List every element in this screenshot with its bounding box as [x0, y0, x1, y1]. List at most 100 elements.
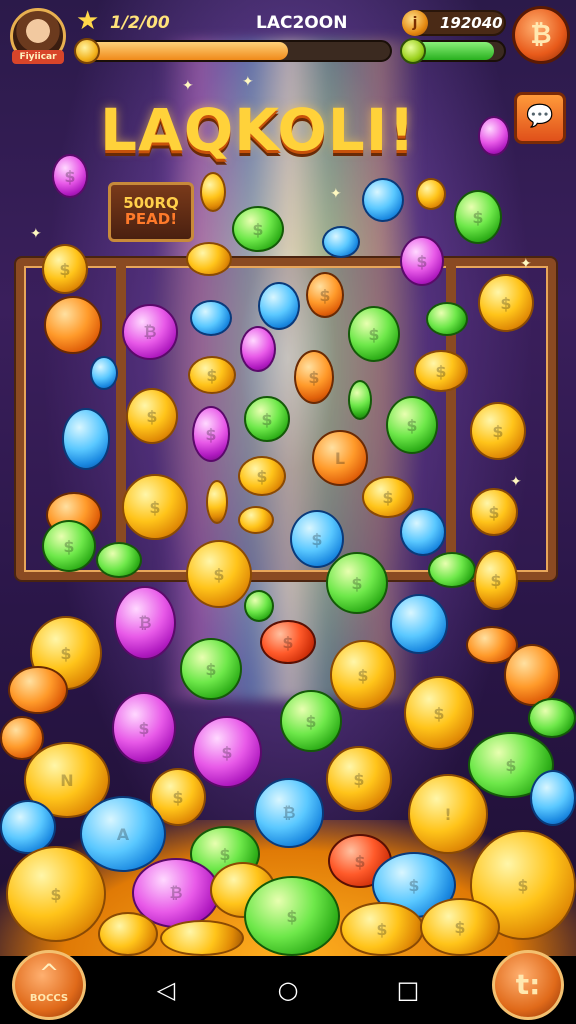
coin: [240, 326, 276, 372]
level-title: LAC2OON: [256, 13, 348, 33]
back-icon[interactable]: ◁: [146, 970, 186, 1010]
coin: [416, 178, 446, 210]
coin: $: [244, 876, 340, 956]
coin: $: [188, 356, 236, 394]
coin: $: [192, 716, 262, 788]
coin: [190, 300, 232, 336]
coin: $: [474, 550, 518, 610]
level-progress-bar: [80, 40, 392, 62]
coin: L: [312, 430, 368, 486]
coin: $: [414, 350, 468, 392]
frame-pillar: [116, 266, 126, 572]
coin: $: [6, 846, 106, 942]
coin: ₿: [114, 586, 176, 660]
coin: [200, 172, 226, 212]
bonus-badge-line2: PEAD!: [124, 210, 178, 228]
level-progress-fill: [82, 42, 289, 60]
coin: $: [478, 274, 534, 332]
coin: $: [340, 902, 424, 956]
coin: [390, 594, 448, 654]
coin: [348, 380, 372, 420]
coin: [90, 356, 118, 390]
coin: $: [122, 474, 188, 540]
coin: $: [420, 898, 500, 956]
coin: [8, 666, 68, 714]
coin: $: [470, 402, 526, 460]
coin: $: [192, 406, 230, 462]
coin-balance-icon: j: [402, 10, 428, 36]
coin: $: [244, 396, 290, 442]
home-icon[interactable]: ○: [268, 970, 308, 1010]
coin: [530, 770, 576, 826]
coin: [528, 698, 576, 738]
coin: $: [42, 244, 88, 294]
sparkle: ✦: [520, 256, 532, 272]
coin: [400, 508, 446, 556]
chevron-up-icon: ^: [38, 959, 60, 987]
coin: $: [326, 552, 388, 614]
coin: [426, 302, 468, 336]
sparkle: ✦: [330, 186, 342, 202]
coin: [206, 480, 228, 524]
star-icon: ★: [76, 6, 100, 36]
progress-coin-icon: [74, 38, 100, 64]
coin: [504, 644, 560, 706]
coin: $: [306, 272, 344, 318]
tokens-button[interactable]: t:: [492, 950, 564, 1020]
coin: $: [386, 396, 438, 454]
coin: [186, 242, 232, 276]
sparkle: ✦: [510, 474, 522, 490]
coin: [96, 542, 142, 578]
shop-button[interactable]: ₿: [512, 6, 570, 64]
player-name-tag: Fiyiicar: [12, 50, 64, 64]
coin: $: [470, 488, 518, 536]
coin: [160, 920, 244, 956]
coin: $: [400, 236, 444, 286]
coin: [244, 590, 274, 622]
star-score: 1/2/00: [110, 13, 170, 33]
coin: [362, 178, 404, 222]
coin: $: [42, 520, 96, 572]
coin: $: [52, 154, 88, 198]
coin: $: [404, 676, 474, 750]
coin: A: [80, 796, 166, 872]
coin: $: [294, 350, 334, 404]
coin: $: [330, 640, 396, 710]
coin: $: [326, 746, 392, 812]
coin: [98, 912, 158, 956]
coin: [44, 296, 102, 354]
coin: $: [238, 456, 286, 496]
coin: [62, 408, 110, 470]
coin: ₿: [122, 304, 178, 360]
sparkle: ✦: [182, 78, 194, 94]
boost-button[interactable]: ^ BOCCS: [12, 950, 86, 1020]
recents-icon[interactable]: □: [388, 970, 428, 1010]
coin: [428, 552, 476, 588]
coin: [258, 282, 300, 330]
coin: $: [260, 620, 316, 664]
coin-balance-value: 192040: [440, 14, 503, 32]
coin: $: [232, 206, 284, 252]
coin: $: [362, 476, 414, 518]
coin: $: [112, 692, 176, 764]
coin: $: [126, 388, 178, 444]
chat-icon[interactable]: 💬: [514, 92, 566, 144]
sparkle: ✦: [30, 226, 42, 242]
coin: [322, 226, 360, 258]
coin: $: [348, 306, 400, 362]
coin: $: [186, 540, 252, 608]
coin: $: [180, 638, 242, 700]
bonus-badge-line1: 500RQ: [123, 194, 179, 212]
coin: [238, 506, 274, 534]
game-stage: Fiyiicar ★ 1/2/00 LAC2OON j 192040 ₿ LAQ…: [0, 0, 576, 1024]
sparkle: ✦: [242, 74, 254, 90]
coin: !: [408, 774, 488, 854]
coin: $: [454, 190, 502, 244]
coin: [478, 116, 510, 156]
coin: $: [280, 690, 342, 752]
boost-button-label: BOCCS: [29, 993, 69, 1004]
coin: ₿: [254, 778, 324, 848]
energy-icon: [400, 38, 426, 64]
bonus-badge[interactable]: 500RQ PEAD!: [108, 182, 194, 242]
game-logo: LAQKOLI!: [100, 96, 416, 164]
